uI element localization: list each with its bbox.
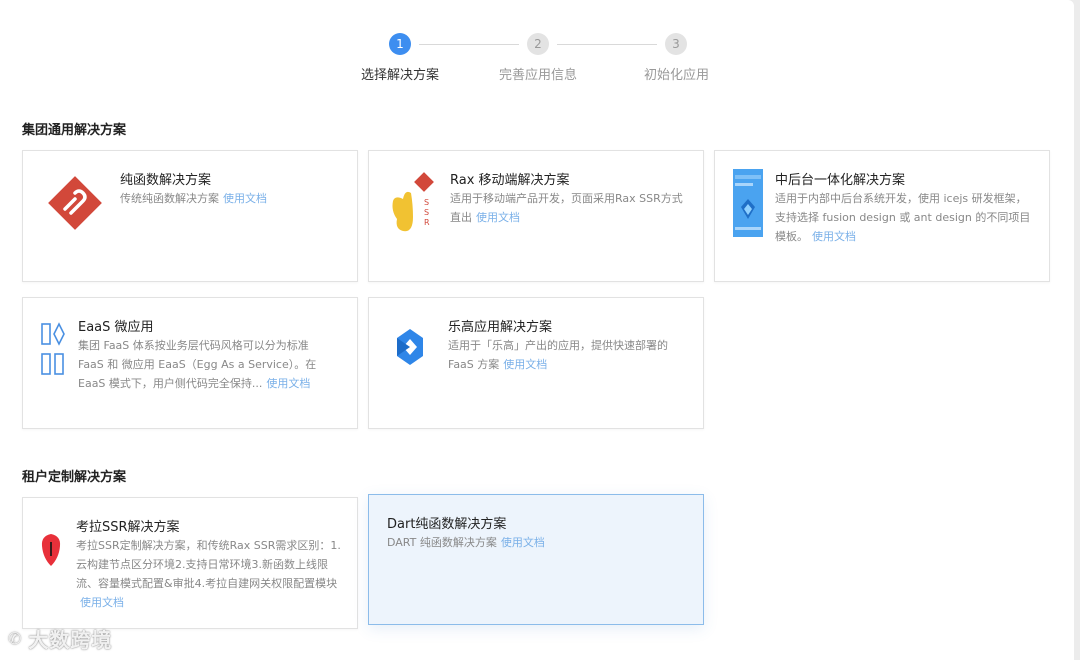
doc-link[interactable]: 使用文档 (266, 377, 310, 390)
card-description: 考拉SSR定制解决方案，和传统Rax SSR需求区别：1.云构建节点区分环境2.… (76, 539, 341, 609)
solution-card-dart-pure-function[interactable]: Dart纯函数解决方案 DART 纯函数解决方案 使用文档 (368, 494, 704, 625)
card-title: Rax 移动端解决方案 (450, 173, 570, 188)
step-2-dot: 2 (527, 33, 549, 55)
card-description: 适用于移动端产品开发，页面采用Rax SSR方式直出 使用文档 (450, 192, 683, 224)
solution-card-koala-ssr[interactable]: 考拉SSR解决方案 考拉SSR定制解决方案，和传统Rax SSR需求区别：1.云… (22, 497, 358, 629)
watermark: ✆ 大数跨境 (8, 624, 112, 653)
svg-text:R: R (424, 218, 430, 227)
lambda-diamond-icon (45, 173, 105, 237)
doc-link[interactable]: 使用文档 (223, 192, 267, 205)
watermark-logo-icon: ✆ (8, 629, 23, 648)
step-3-label: 初始化应用 (644, 68, 710, 83)
step-3-dot: 3 (665, 33, 687, 55)
step-indicator: 1 2 3 选择解决方案 完善应用信息 初始化应用 (0, 33, 1074, 93)
solution-card-pure-function[interactable]: 纯函数解决方案 传统纯函数解决方案 使用文档 (22, 150, 358, 282)
card-title: Dart纯函数解决方案 (387, 517, 507, 532)
solution-card-rax-mobile[interactable]: S S R Rax 移动端解决方案 适用于移动端产品开发，页面采用Rax SSR… (368, 150, 704, 282)
card-title: 中后台一体化解决方案 (775, 173, 906, 188)
step-connector (419, 44, 519, 45)
step-2-label: 完善应用信息 (499, 68, 578, 83)
watermark-text: 大数跨境 (28, 628, 113, 652)
card-title: 乐高应用解决方案 (448, 320, 553, 335)
step-connector (557, 44, 657, 45)
doc-link[interactable]: 使用文档 (476, 211, 520, 224)
doc-link[interactable]: 使用文档 (80, 596, 124, 609)
card-description: DART 纯函数解决方案 使用文档 (387, 536, 545, 549)
admin-panel-icon (733, 169, 763, 241)
eaas-blocks-icon (41, 322, 65, 382)
card-description: 适用于内部中后台系统开发，使用 icejs 研发框架，支持选择 fusion d… (775, 192, 1031, 243)
card-title: EaaS 微应用 (78, 320, 154, 335)
solution-card-admin-integrated[interactable]: 中后台一体化解决方案 适用于内部中后台系统开发，使用 icejs 研发框架，支持… (714, 150, 1050, 282)
section-title-tenant: 租户定制解决方案 (22, 470, 127, 485)
solution-card-eaas[interactable]: EaaS 微应用 集团 FaaS 体系按业务层代码风格可以分为标准 FaaS 和… (22, 297, 358, 429)
doc-link[interactable]: 使用文档 (503, 358, 547, 371)
card-title: 纯函数解决方案 (120, 173, 212, 188)
card-description: 适用于「乐高」产出的应用，提供快速部署的 FaaS 方案 使用文档 (448, 339, 668, 371)
svg-text:S: S (424, 198, 429, 207)
koala-icon (41, 532, 61, 572)
doc-link[interactable]: 使用文档 (812, 230, 856, 243)
lego-hexagon-icon (396, 328, 424, 370)
svg-text:S: S (424, 208, 429, 217)
card-title: 考拉SSR解决方案 (76, 520, 180, 535)
doc-link[interactable]: 使用文档 (501, 536, 545, 549)
step-1-dot: 1 (389, 33, 411, 55)
card-description: 传统纯函数解决方案 使用文档 (120, 192, 267, 205)
step-1-label: 选择解决方案 (361, 68, 440, 83)
card-description: 集团 FaaS 体系按业务层代码风格可以分为标准 FaaS 和 微应用 EaaS… (78, 339, 317, 390)
solution-card-lego[interactable]: 乐高应用解决方案 适用于「乐高」产出的应用，提供快速部署的 FaaS 方案 使用文… (368, 297, 704, 429)
section-title-group: 集团通用解决方案 (22, 123, 127, 138)
rax-rabbit-icon: S S R (387, 171, 437, 239)
main-panel: 1 2 3 选择解决方案 完善应用信息 初始化应用 集团通用解决方案 纯函数解决… (0, 0, 1074, 660)
